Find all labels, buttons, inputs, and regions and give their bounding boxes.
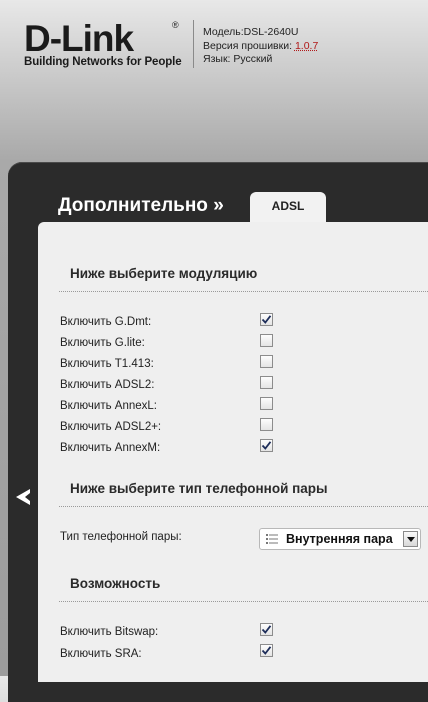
- adsl2plus-label: Включить ADSL2+:: [60, 421, 162, 433]
- adsl2-checkbox[interactable]: [260, 376, 273, 389]
- phone-pair-selected-value: Внутренняя пара: [286, 532, 393, 546]
- registered-mark: ®: [172, 20, 179, 30]
- adsl2-label: Включить ADSL2:: [60, 379, 155, 391]
- language-line: Язык: Русский: [203, 53, 273, 65]
- divider: [59, 291, 428, 292]
- t1413-label: Включить T1.413:: [60, 358, 154, 370]
- glite-label: Включить G.lite:: [60, 337, 145, 349]
- phone-pair-heading: Ниже выберите тип телефонной пары: [70, 481, 328, 496]
- section-title[interactable]: Дополнительно »: [58, 195, 224, 217]
- divider: [59, 601, 428, 602]
- gdmt-label: Включить G.Dmt:: [60, 316, 152, 328]
- capability-heading: Возможность: [70, 576, 161, 591]
- chevron-down-icon[interactable]: [403, 531, 418, 547]
- model-line: Модель:DSL-2640U: [203, 26, 299, 38]
- bitswap-checkbox[interactable]: [260, 623, 273, 636]
- model-value: DSL-2640U: [243, 26, 299, 38]
- glite-checkbox[interactable]: [260, 334, 273, 347]
- dlink-logo: D-Link ® Building Networks for People: [24, 18, 182, 69]
- list-icon: [266, 534, 278, 544]
- annexm-checkbox[interactable]: [260, 439, 273, 452]
- phone-pair-select[interactable]: Внутренняя пара: [259, 528, 421, 550]
- adsl2plus-checkbox[interactable]: [260, 418, 273, 431]
- annexl-checkbox[interactable]: [260, 397, 273, 410]
- tab-adsl[interactable]: ADSL: [250, 192, 326, 226]
- back-arrow-notch: [25, 493, 30, 501]
- firmware-line: Версия прошивки: 1.0.7: [203, 39, 319, 52]
- divider: [59, 506, 428, 507]
- annexl-label: Включить AnnexL:: [60, 400, 157, 412]
- device-info: Модель:DSL-2640U Версия прошивки: 1.0.7 …: [203, 26, 318, 67]
- bitswap-label: Включить Bitswap:: [60, 626, 159, 638]
- firmware-version-link[interactable]: 1.0.7: [295, 40, 318, 52]
- gdmt-checkbox[interactable]: [260, 313, 273, 326]
- sra-label: Включить SRA:: [60, 648, 142, 660]
- phone-pair-label: Тип телефонной пары:: [60, 531, 182, 543]
- sra-checkbox[interactable]: [260, 644, 273, 657]
- modulation-heading: Ниже выберите модуляцию: [70, 266, 258, 281]
- language-value[interactable]: Русский: [233, 53, 272, 65]
- t1413-checkbox[interactable]: [260, 355, 273, 368]
- annexm-label: Включить AnnexM:: [60, 442, 161, 454]
- logo-tagline: Building Networks for People: [24, 56, 182, 68]
- header-divider: [193, 20, 194, 68]
- logo-text: D-Link: [24, 18, 134, 59]
